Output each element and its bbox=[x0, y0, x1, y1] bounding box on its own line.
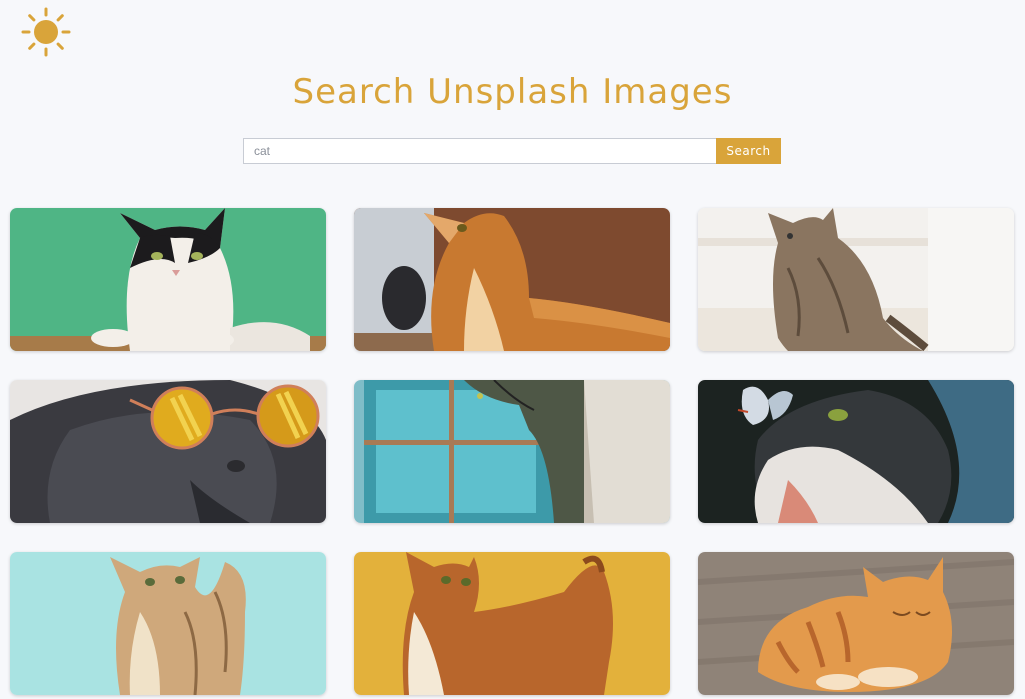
orange-tabby-lying-on-floor-photo bbox=[698, 552, 1014, 695]
image-result-card[interactable] bbox=[698, 552, 1014, 695]
page: Search Unsplash Images Search bbox=[0, 0, 1025, 699]
orange-tabby-cat-photo bbox=[354, 208, 670, 351]
image-result-card[interactable] bbox=[10, 552, 326, 695]
search-input[interactable] bbox=[243, 138, 716, 164]
kitten-looking-up-photo bbox=[10, 552, 326, 695]
search-button[interactable]: Search bbox=[716, 138, 781, 164]
sun-icon[interactable] bbox=[20, 6, 72, 58]
image-result-card[interactable] bbox=[698, 380, 1014, 523]
grey-cat-with-sunglasses-photo bbox=[10, 380, 326, 523]
image-grid bbox=[10, 208, 1014, 695]
image-result-card[interactable] bbox=[354, 380, 670, 523]
grey-cat-by-window-photo bbox=[354, 380, 670, 523]
image-result-card[interactable] bbox=[698, 208, 1014, 351]
image-result-card[interactable] bbox=[354, 552, 670, 695]
image-result-card[interactable] bbox=[10, 208, 326, 351]
image-result-card[interactable] bbox=[354, 208, 670, 351]
image-result-card[interactable] bbox=[10, 380, 326, 523]
grey-tabby-cat-on-stairs-photo bbox=[698, 208, 1014, 351]
page-title: Search Unsplash Images bbox=[292, 72, 733, 112]
orange-cat-on-yellow-photo bbox=[354, 552, 670, 695]
black-and-white-cat-photo bbox=[10, 208, 326, 351]
fluffy-cat-with-butterfly-photo bbox=[698, 380, 1014, 523]
search-form: Search bbox=[243, 138, 781, 164]
